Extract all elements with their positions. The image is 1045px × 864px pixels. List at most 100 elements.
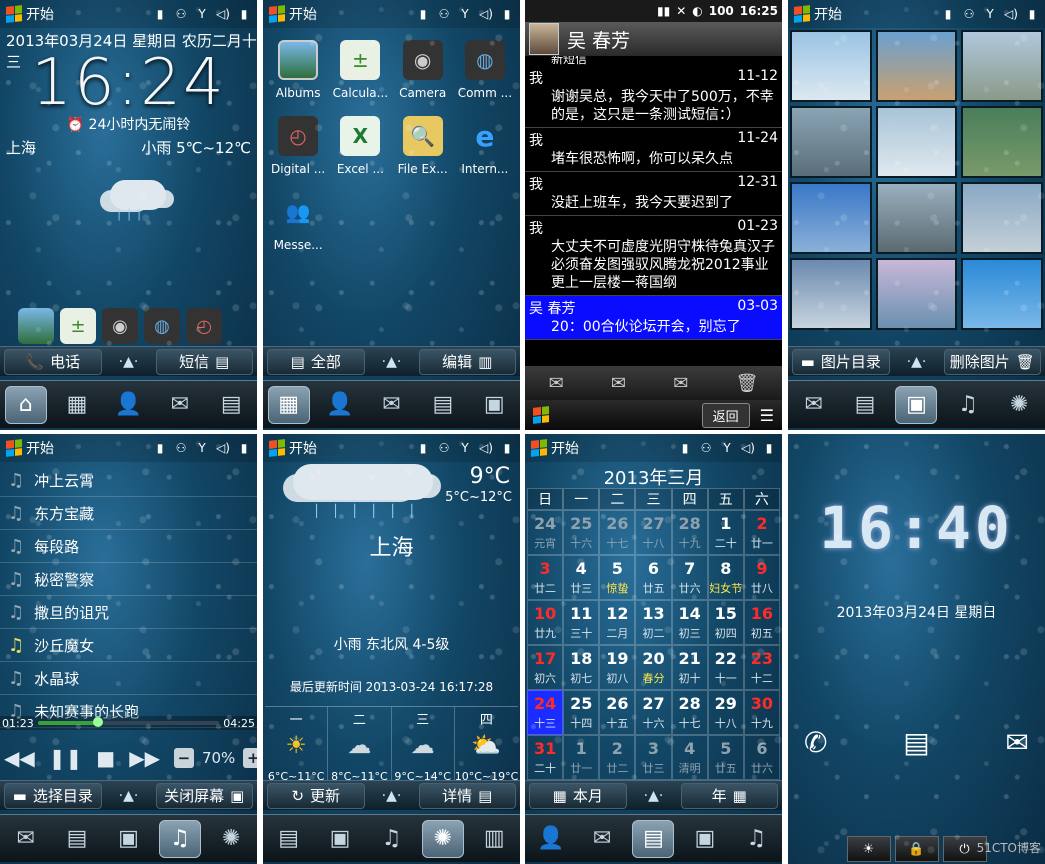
tab-calendar-icon[interactable]: ▤: [844, 386, 886, 424]
app-internet-explorer[interactable]: e Intern...: [454, 116, 516, 177]
tab-calendar-icon[interactable]: ▤: [422, 386, 464, 424]
calendar-day[interactable]: 13 初二: [635, 600, 672, 645]
calendar-day[interactable]: 7 廿六: [671, 555, 708, 600]
calendar-day[interactable]: 10 廿九: [527, 600, 564, 645]
tab-photos-icon[interactable]: ▣: [684, 820, 726, 858]
calendar-day[interactable]: 4 清明: [671, 735, 708, 780]
photo-thumbnail[interactable]: [875, 258, 958, 330]
tab-calendar-icon[interactable]: ▤: [268, 820, 310, 858]
tab-messages-icon[interactable]: ✉: [159, 386, 201, 424]
windows-logo-icon[interactable]: [269, 5, 285, 23]
sms-soft-button[interactable]: 短信 ▤: [155, 348, 253, 375]
calendar-day[interactable]: 14 初三: [671, 600, 708, 645]
song-item[interactable]: ♫ 东方宝藏: [0, 497, 257, 530]
windows-logo-icon[interactable]: [531, 439, 547, 457]
tab-music-icon[interactable]: ♫: [735, 820, 777, 858]
calendar-day[interactable]: 18 初七: [563, 645, 600, 690]
calendar-day[interactable]: 28 十九: [671, 510, 708, 555]
tab-messages-icon[interactable]: ✉: [793, 386, 835, 424]
app-excel[interactable]: X Excel ...: [329, 116, 391, 176]
tab-photos-icon[interactable]: ▣: [319, 820, 361, 858]
calendar-day[interactable]: 12 二月: [599, 600, 636, 645]
forecast-day[interactable]: 一 ☀ 6°C~11°C: [265, 707, 329, 787]
center-menu-button[interactable]: ·▲·: [369, 783, 415, 809]
windows-logo-icon[interactable]: [6, 5, 22, 23]
message-item[interactable]: 我 01-23 大丈夫不可虚度光阴守株待兔真汉子必须奋发图强驭风腾龙祝2012事业更…: [525, 216, 782, 296]
tab-calendar-icon[interactable]: ▤: [210, 386, 252, 424]
start-label[interactable]: 开始: [289, 4, 317, 24]
next-icon[interactable]: ▶▶: [129, 746, 160, 770]
calendar-day[interactable]: 26 十五: [599, 690, 636, 735]
comm-manager-app-icon[interactable]: ◍: [144, 308, 180, 344]
tab-photos-icon[interactable]: ▣: [473, 386, 515, 424]
phone-icon[interactable]: ✆: [804, 726, 827, 759]
forecast-day[interactable]: 三 ☁ 9°C~14°C: [392, 707, 455, 787]
calendar-day[interactable]: 17 初六: [527, 645, 564, 690]
calendar-day[interactable]: 4 廿三: [563, 555, 600, 600]
tab-photos-icon[interactable]: ▣: [895, 385, 938, 424]
photo-thumbnail[interactable]: [790, 106, 872, 178]
start-label[interactable]: 开始: [26, 438, 54, 458]
song-item[interactable]: ♫ 撒旦的诅咒: [0, 596, 257, 629]
reply-message-icon[interactable]: ✉: [611, 373, 626, 394]
center-menu-button[interactable]: ·▲·: [106, 349, 152, 375]
song-list[interactable]: ♫ 冲上云霄 ♫ 东方宝藏 ♫ 每段路 ♫ 秘密警察 ♫ 撒旦的诅咒 ♫ 沙丘魔女 ♫ 水晶球…: [0, 464, 257, 750]
calendar-day[interactable]: 9 廿八: [743, 555, 780, 600]
back-button[interactable]: 返回: [701, 402, 750, 428]
song-item[interactable]: ♫ 秘密警察: [0, 563, 257, 596]
avatar[interactable]: [529, 23, 559, 55]
tab-weather-icon[interactable]: ✺: [210, 820, 252, 858]
photo-thumbnail[interactable]: [961, 258, 1043, 330]
calendar-day[interactable]: 2 廿一: [743, 510, 780, 555]
tab-photos-icon[interactable]: ▣: [107, 820, 149, 858]
photo-thumbnail[interactable]: [875, 106, 958, 178]
tab-stocks-icon[interactable]: ▥: [473, 820, 515, 858]
app-messenger[interactable]: 👥 Messe...: [267, 192, 329, 252]
app-comm-manager[interactable]: ◍ Comm ...: [454, 40, 516, 100]
photo-thumbnail[interactable]: [875, 182, 958, 254]
calendar-day[interactable]: 5 惊蛰: [599, 555, 636, 600]
windows-logo-icon[interactable]: [794, 5, 810, 23]
cloud-rain-icon[interactable]: [110, 180, 166, 210]
calendar-day[interactable]: 24 元宵: [527, 510, 564, 555]
start-label[interactable]: 开始: [289, 438, 317, 458]
calendar-day[interactable]: 25 十四: [563, 690, 600, 735]
calendar-day[interactable]: 20 春分: [635, 645, 672, 690]
photo-thumbnail[interactable]: [961, 106, 1043, 178]
app-camera[interactable]: ◉ Camera: [392, 40, 454, 100]
tab-apps-icon[interactable]: ▦: [56, 386, 98, 424]
calendar-day[interactable]: 19 初八: [599, 645, 636, 690]
song-item-playing[interactable]: ♫ 沙丘魔女: [0, 629, 257, 662]
tab-calendar-icon[interactable]: ▤: [56, 820, 98, 858]
calendar-day[interactable]: 5 廿五: [707, 735, 744, 780]
calendar-day[interactable]: 6 廿六: [743, 735, 780, 780]
delete-photo-soft-button[interactable]: 删除图片 🗑: [943, 348, 1041, 375]
windows-logo-icon[interactable]: [269, 439, 285, 457]
lock-icon[interactable]: 🔒: [894, 836, 939, 862]
calendar-day[interactable]: 30 十九: [743, 690, 780, 735]
start-label[interactable]: 开始: [26, 4, 54, 24]
calendar-day[interactable]: 26 十七: [599, 510, 636, 555]
photo-folder-soft-button[interactable]: ▬ 图片目录: [792, 348, 890, 375]
tab-contacts-icon[interactable]: 👤: [319, 386, 361, 424]
calendar-day[interactable]: 25 十六: [563, 510, 600, 555]
tab-messages-icon[interactable]: ✉: [370, 386, 412, 424]
windows-logo-icon[interactable]: [533, 406, 549, 424]
stop-icon[interactable]: ■: [96, 746, 115, 770]
calendar-day[interactable]: 11 三十: [563, 600, 600, 645]
photo-thumbnail[interactable]: [790, 30, 872, 102]
app-calculator[interactable]: ± Calcula...: [329, 40, 391, 100]
all-soft-button[interactable]: ▤ 全部: [267, 348, 365, 375]
message-list[interactable]: 新短信 我 11-12 谢谢吴总，我今天中了500万，不幸的是，这只是一条测试短信：…: [525, 56, 782, 366]
tab-calendar-icon[interactable]: ▤: [632, 819, 675, 858]
mail-icon[interactable]: ✉: [1006, 726, 1029, 759]
start-label[interactable]: 开始: [551, 438, 579, 458]
tab-weather-icon[interactable]: ✺: [421, 819, 464, 858]
seek-handle[interactable]: [92, 717, 103, 727]
center-menu-button[interactable]: ·▲·: [631, 783, 677, 809]
center-menu-button[interactable]: ·▲·: [106, 783, 152, 809]
screen-off-soft-button[interactable]: 关闭屏幕 ▣: [155, 782, 253, 809]
tab-messages-icon[interactable]: ✉: [581, 820, 623, 858]
search-message-icon[interactable]: ✉: [549, 373, 564, 394]
message-item-selected[interactable]: 吴 春芳 03-03 20：00合伙论坛开会，别忘了: [525, 296, 782, 340]
